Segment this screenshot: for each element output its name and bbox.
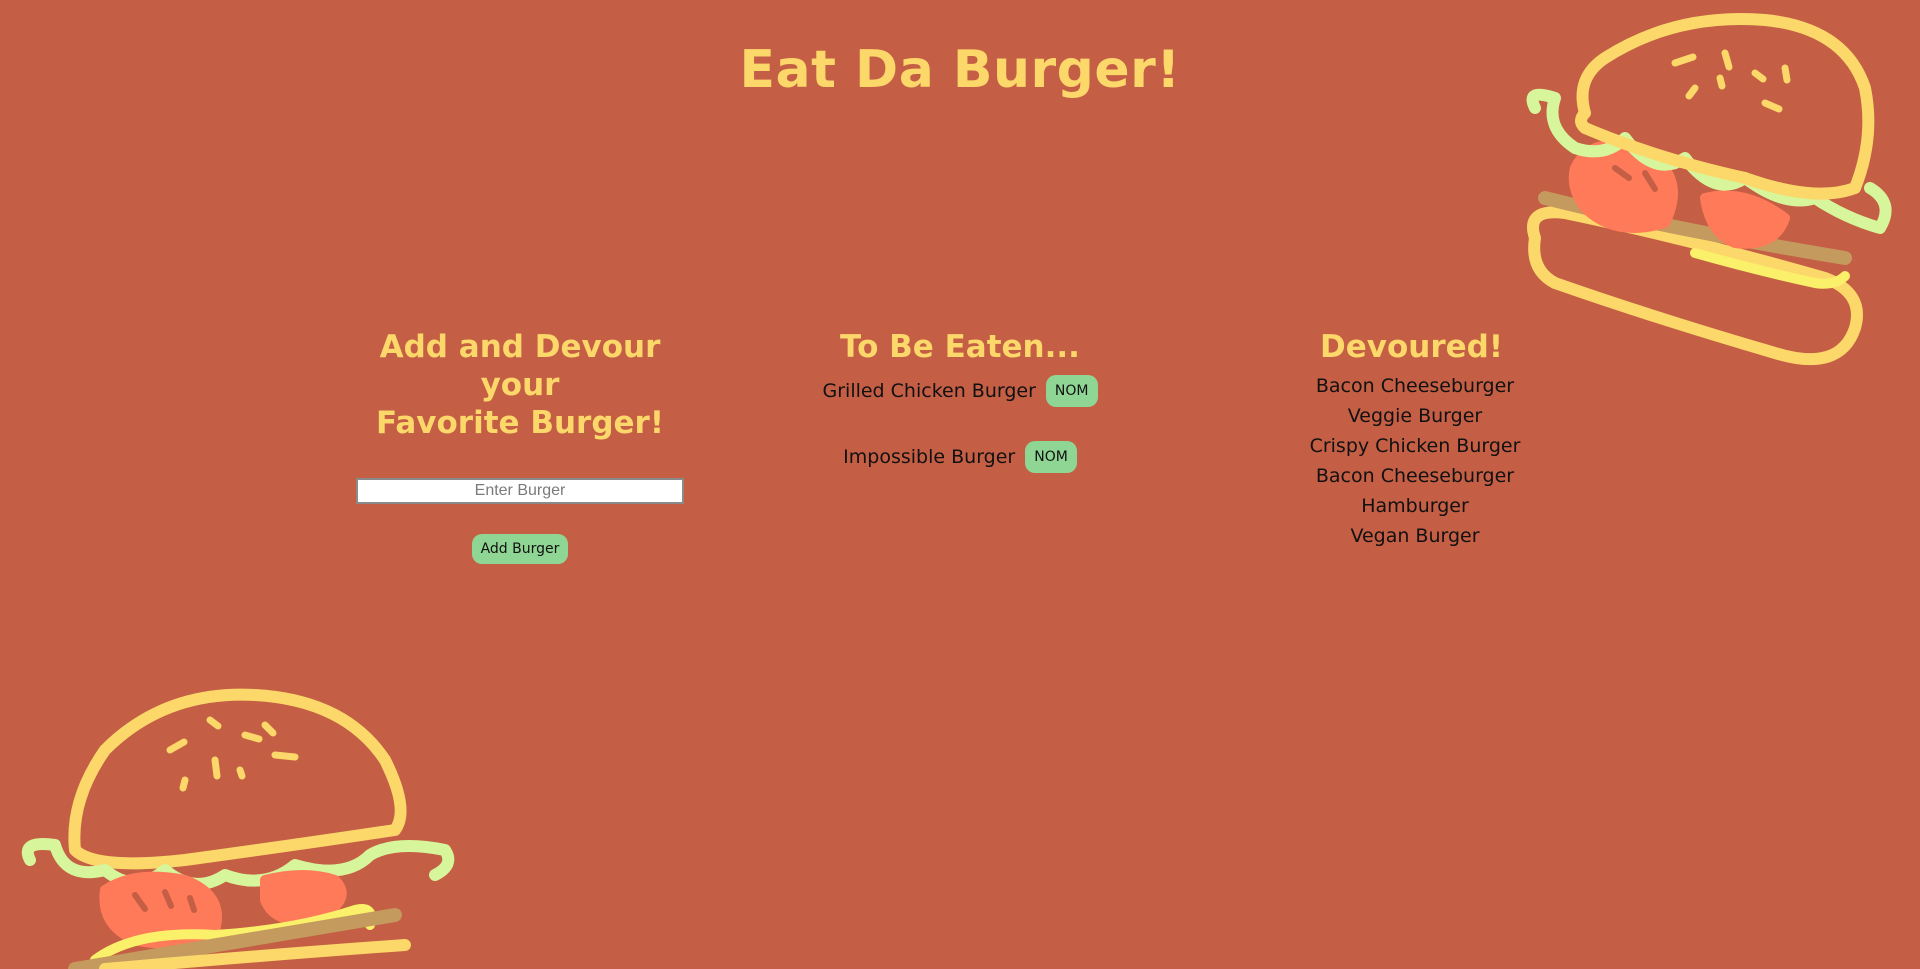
list-item: Vegan Burger bbox=[1350, 525, 1480, 547]
list-item: Impossible Burger NOM bbox=[800, 440, 1120, 474]
add-heading-line1: Add and Devour your bbox=[379, 329, 661, 403]
list-item: Bacon Cheeseburger bbox=[1315, 465, 1515, 487]
list-item: Veggie Burger bbox=[1347, 405, 1483, 427]
list-item: Grilled Chicken Burger NOM bbox=[800, 374, 1120, 408]
burger-name: Grilled Chicken Burger bbox=[822, 380, 1036, 402]
burger-name: Impossible Burger bbox=[843, 446, 1016, 468]
to-be-eaten-heading: To Be Eaten... bbox=[840, 329, 1080, 365]
add-section-heading: Add and Devour your Favorite Burger! bbox=[340, 328, 700, 442]
add-burger-button[interactable]: Add Burger bbox=[471, 534, 569, 564]
list-item: Hamburger bbox=[1361, 495, 1469, 517]
nom-button[interactable]: NOM bbox=[1045, 375, 1098, 407]
devoured-heading: Devoured! bbox=[1320, 329, 1503, 365]
page: Eat Da Burger! Add and Devour your Favor… bbox=[0, 0, 1920, 969]
list-item: Crispy Chicken Burger bbox=[1309, 435, 1521, 457]
add-burger-section: Add and Devour your Favorite Burger! Add… bbox=[340, 328, 700, 564]
nom-button[interactable]: NOM bbox=[1025, 441, 1077, 473]
to-be-eaten-section: To Be Eaten... Grilled Chicken Burger NO… bbox=[800, 328, 1120, 506]
devoured-list: Bacon Cheeseburger Veggie Burger Crispy … bbox=[1240, 371, 1590, 551]
add-heading-line2: Favorite Burger! bbox=[376, 405, 664, 441]
burger-name-input[interactable] bbox=[356, 478, 684, 504]
burger-illustration-icon bbox=[21, 688, 455, 969]
list-item: Bacon Cheeseburger bbox=[1315, 375, 1515, 397]
devoured-section: Devoured! Bacon Cheeseburger Veggie Burg… bbox=[1240, 328, 1590, 551]
burger-illustration-icon bbox=[1526, 13, 1892, 366]
to-be-eaten-list: Grilled Chicken Burger NOM Impossible Bu… bbox=[800, 374, 1120, 474]
